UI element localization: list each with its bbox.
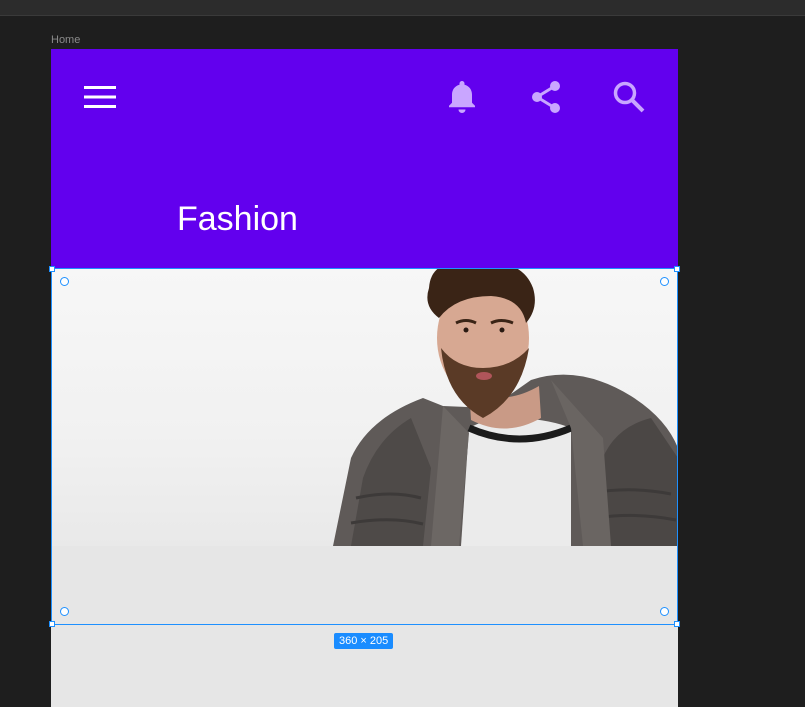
notifications-button[interactable] bbox=[440, 75, 484, 119]
menu-icon bbox=[84, 86, 116, 108]
search-button[interactable] bbox=[607, 75, 651, 119]
page-title: Fashion bbox=[177, 200, 298, 238]
editor-top-bar bbox=[0, 0, 805, 16]
selection-size-badge: 360 × 205 bbox=[334, 633, 394, 649]
model-photo bbox=[333, 268, 678, 546]
search-icon bbox=[613, 81, 645, 113]
share-icon bbox=[532, 81, 560, 113]
frame-label[interactable]: Home bbox=[51, 34, 80, 46]
artboard-home[interactable]: Fashion bbox=[51, 49, 678, 707]
app-bar: Fashion bbox=[51, 49, 678, 268]
menu-button[interactable] bbox=[78, 75, 122, 119]
share-button[interactable] bbox=[524, 75, 568, 119]
bell-icon bbox=[449, 81, 475, 113]
hero-image[interactable] bbox=[51, 268, 678, 546]
